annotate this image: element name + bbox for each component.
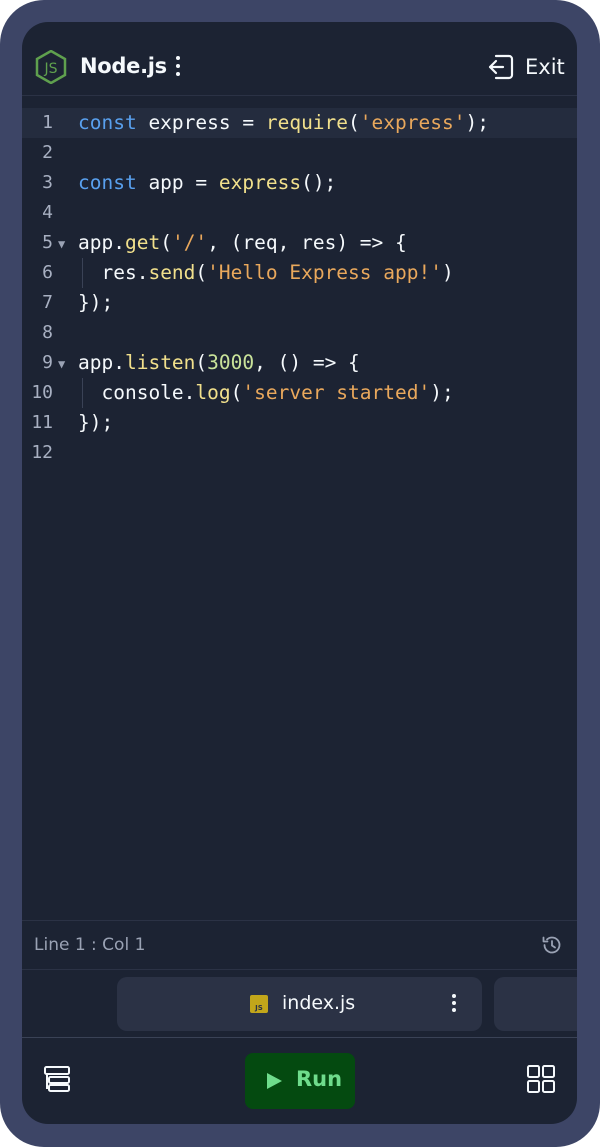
file-tabs: JS index.js — [22, 969, 577, 1038]
exit-icon — [488, 54, 514, 80]
code-token: app = — [136, 171, 219, 194]
layers-icon[interactable] — [42, 1064, 72, 1094]
run-label: Run — [296, 1067, 343, 1091]
code-token: ); — [430, 381, 454, 404]
line-number: 9 — [42, 352, 53, 373]
code-token: send — [148, 261, 196, 284]
code-token: ) — [441, 261, 454, 284]
code-token: 3000 — [207, 351, 255, 374]
line-number: 8 — [42, 322, 53, 343]
code-token: ( — [348, 111, 360, 134]
file-tab-next[interactable] — [494, 977, 577, 1031]
code-token: , () => { — [254, 351, 360, 374]
code-line[interactable]: 8 — [22, 318, 577, 348]
line-number: 2 — [42, 142, 53, 163]
line-number: 7 — [42, 292, 53, 313]
code-token: }); — [78, 291, 114, 314]
fold-arrow-icon[interactable]: ▼ — [58, 349, 65, 379]
code-token: 'express' — [359, 111, 466, 134]
code-token: , (req, res) => { — [207, 231, 407, 254]
file-kebab-menu-icon[interactable] — [450, 994, 458, 1014]
code-text: app.listen(3000, () => { — [78, 348, 360, 378]
code-line[interactable]: 11}); — [22, 408, 577, 438]
code-token: console. — [78, 381, 196, 404]
grid-icon[interactable] — [526, 1064, 556, 1094]
code-line[interactable]: 4 — [22, 198, 577, 228]
svg-text:JS: JS — [43, 61, 57, 77]
code-line[interactable]: 6 res.send('Hello Express app!') — [22, 258, 577, 288]
code-token: ( — [195, 351, 208, 374]
code-token: 'Hello Express app!' — [207, 261, 442, 284]
code-line[interactable]: 3 const app = express(); — [22, 168, 577, 198]
fold-arrow-icon[interactable]: ▼ — [58, 229, 65, 259]
play-icon — [267, 1073, 282, 1089]
line-number: 12 — [31, 442, 53, 463]
line-number: 11 — [31, 412, 53, 433]
code-token: app. — [78, 231, 125, 254]
status-bar: Line 1 : Col 1 — [22, 920, 577, 970]
code-token: '/' — [171, 231, 208, 254]
code-token: }); — [78, 411, 114, 434]
file-tab-index-js[interactable]: JS index.js — [117, 977, 482, 1031]
code-text: console.log('server started'); — [78, 378, 454, 408]
header: JS Node.js Exit — [22, 22, 577, 96]
code-token: ( — [195, 261, 208, 284]
line-number: 1 — [42, 112, 53, 133]
line-number: 4 — [42, 202, 53, 223]
file-tab-label: index.js — [282, 992, 356, 1014]
cursor-position: Line 1 : Col 1 — [34, 935, 146, 955]
run-button[interactable]: Run — [245, 1053, 355, 1109]
code-text: app.get('/', (req, res) => { — [78, 228, 407, 258]
code-token: require — [265, 111, 349, 134]
exit-label: Exit — [525, 55, 565, 79]
kebab-menu-icon[interactable] — [172, 56, 184, 78]
code-text: res.send('Hello Express app!') — [78, 258, 454, 288]
code-token: const — [78, 171, 137, 194]
code-token: 'server started' — [242, 381, 431, 404]
code-line[interactable]: 5 ▼ app.get('/', (req, res) => { — [22, 228, 577, 258]
code-token: get — [124, 231, 161, 254]
nodejs-logo-icon: JS — [35, 50, 67, 84]
code-token: ( — [230, 381, 243, 404]
line-number: 5 — [42, 232, 53, 253]
js-file-icon: JS — [250, 995, 268, 1013]
code-line[interactable]: 2 — [22, 138, 577, 168]
bottom-toolbar: Run — [22, 1038, 577, 1124]
code-text: }); — [78, 408, 113, 438]
code-token: listen — [124, 351, 196, 374]
code-line[interactable]: 10 console.log('server started'); — [22, 378, 577, 408]
code-token: app. — [78, 351, 125, 374]
code-token: express — [218, 171, 302, 194]
code-line[interactable]: 7}); — [22, 288, 577, 318]
code-editor[interactable]: 1 const express = require('express'); 2 3 co… — [22, 100, 577, 920]
code-token: res. — [78, 261, 149, 284]
line-number: 10 — [31, 382, 53, 403]
code-token: (); — [301, 171, 337, 194]
code-text: const app = express(); — [78, 168, 336, 198]
code-line[interactable]: 9 ▼ app.listen(3000, () => { — [22, 348, 577, 378]
device-frame: JS Node.js Exit 1 const express = require… — [0, 0, 600, 1147]
history-icon[interactable] — [541, 934, 563, 956]
code-token: ( — [160, 231, 172, 254]
code-text: }); — [78, 288, 113, 318]
code-line[interactable]: 1 const express = require('express'); — [22, 108, 577, 138]
code-token: log — [195, 381, 231, 404]
code-line[interactable]: 12 — [22, 438, 577, 468]
app-screen: JS Node.js Exit 1 const express = require… — [22, 22, 577, 1124]
app-title: Node.js — [80, 54, 167, 78]
code-token: express = — [136, 111, 266, 134]
line-number: 6 — [42, 262, 53, 283]
code-token: const — [78, 111, 137, 134]
line-number: 3 — [42, 172, 53, 193]
code-token: ); — [465, 111, 489, 134]
code-text: const express = require('express'); — [78, 108, 489, 138]
